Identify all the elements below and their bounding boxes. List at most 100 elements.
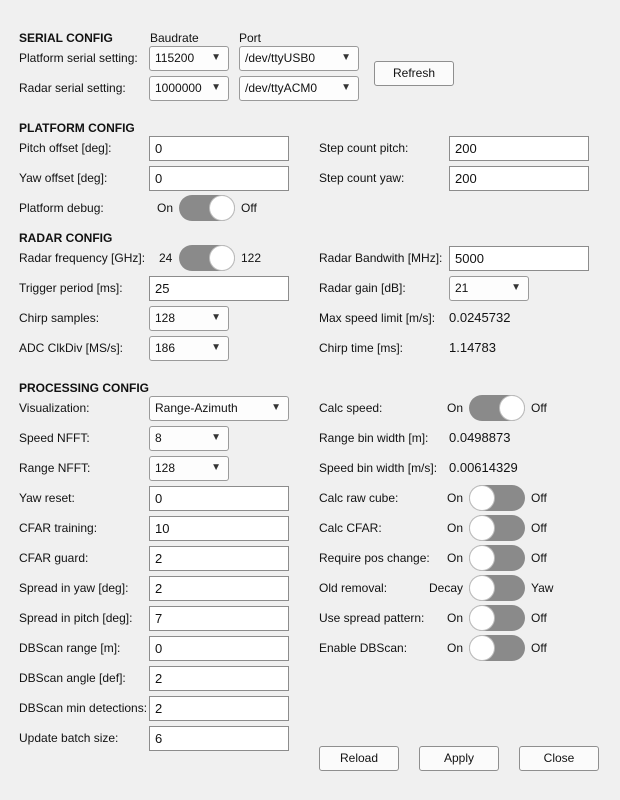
radar-gain-select[interactable]: 21 ▼ — [449, 276, 529, 301]
spread-yaw-input[interactable]: 2 — [149, 576, 289, 601]
chevron-down-icon: ▼ — [211, 312, 221, 323]
use-spread-pattern-on-label: On — [447, 611, 464, 625]
platform-serial-label: Platform serial setting: — [19, 51, 138, 65]
trigger-period-input[interactable]: 25 — [149, 276, 289, 301]
require-pos-change-toggle[interactable] — [469, 545, 525, 571]
reload-button[interactable]: Reload — [319, 746, 399, 771]
update-batch-size-input[interactable]: 6 — [149, 726, 289, 751]
calc-cfar-label: Calc CFAR: — [319, 521, 382, 535]
chevron-down-icon: ▼ — [211, 432, 221, 443]
calc-raw-cube-on-label: On — [447, 491, 464, 505]
calc-cfar-on-label: On — [447, 521, 464, 535]
toggle-knob — [470, 516, 494, 540]
step-count-pitch-input[interactable]: 200 — [449, 136, 589, 161]
calc-cfar-off-label: Off — [531, 521, 547, 535]
radar-gain-label: Radar gain [dB]: — [319, 281, 406, 295]
close-button[interactable]: Close — [519, 746, 599, 771]
toggle-knob — [470, 576, 494, 600]
chevron-down-icon: ▼ — [211, 82, 221, 93]
cfar-guard-input[interactable]: 2 — [149, 546, 289, 571]
yaw-offset-input[interactable]: 0 — [149, 166, 289, 191]
radar-port-value: /dev/ttyACM0 — [245, 81, 318, 95]
platform-port-value: /dev/ttyUSB0 — [245, 51, 316, 65]
radar-frequency-toggle[interactable] — [179, 245, 235, 271]
toggle-knob — [470, 486, 494, 510]
chevron-down-icon: ▼ — [211, 52, 221, 63]
yaw-reset-label: Yaw reset: — [19, 491, 75, 505]
spread-pitch-label: Spread in pitch [deg]: — [19, 611, 133, 625]
spread-pitch-input[interactable]: 7 — [149, 606, 289, 631]
use-spread-pattern-toggle[interactable] — [469, 605, 525, 631]
platform-baudrate-value: 115200 — [155, 51, 195, 65]
speed-nfft-label: Speed NFFT: — [19, 431, 90, 445]
apply-button[interactable]: Apply — [419, 746, 499, 771]
enable-dbscan-off-label: Off — [531, 641, 547, 655]
chevron-down-icon: ▼ — [271, 402, 281, 413]
calc-speed-toggle[interactable] — [469, 395, 525, 421]
spread-yaw-label: Spread in yaw [deg]: — [19, 581, 129, 595]
chevron-down-icon: ▼ — [341, 82, 351, 93]
processing-config-title: PROCESSING CONFIG — [19, 381, 150, 395]
speed-bin-width-label: Speed bin width [m/s]: — [319, 461, 438, 475]
adc-clkdiv-select[interactable]: 186 ▼ — [149, 336, 229, 361]
refresh-button[interactable]: Refresh — [374, 61, 454, 86]
radar-gain-value: 21 — [455, 281, 469, 295]
old-removal-decay-label: Decay — [429, 581, 464, 595]
platform-debug-on-label: On — [157, 201, 174, 215]
use-spread-pattern-off-label: Off — [531, 611, 547, 625]
enable-dbscan-toggle[interactable] — [469, 635, 525, 661]
baudrate-column-label: Baudrate — [150, 31, 199, 45]
adc-clkdiv-value: 186 — [155, 341, 176, 355]
chirp-samples-select[interactable]: 128 ▼ — [149, 306, 229, 331]
chevron-down-icon: ▼ — [511, 282, 521, 293]
speed-nfft-value: 8 — [155, 431, 162, 445]
dbscan-range-input[interactable]: 0 — [149, 636, 289, 661]
calc-raw-cube-toggle[interactable] — [469, 485, 525, 511]
calc-raw-cube-off-label: Off — [531, 491, 547, 505]
require-pos-change-on-label: On — [447, 551, 464, 565]
platform-baudrate-select[interactable]: 115200 ▼ — [149, 46, 229, 71]
cfar-training-label: CFAR training: — [19, 521, 98, 535]
visualization-value: Range-Azimuth — [155, 401, 238, 415]
dbscan-angle-label: DBScan angle [def]: — [19, 671, 126, 685]
step-count-yaw-input[interactable]: 200 — [449, 166, 589, 191]
chirp-time-label: Chirp time [ms]: — [319, 341, 404, 355]
platform-debug-off-label: Off — [241, 201, 257, 215]
radar-bandwidth-input[interactable]: 5000 — [449, 246, 589, 271]
speed-nfft-select[interactable]: 8 ▼ — [149, 426, 229, 451]
radar-frequency-122-label: 122 — [241, 251, 262, 265]
old-removal-yaw-label: Yaw — [531, 581, 554, 595]
range-nfft-value: 128 — [155, 461, 176, 475]
dbscan-angle-input[interactable]: 2 — [149, 666, 289, 691]
speed-bin-width-value: 0.00614329 — [449, 460, 518, 475]
old-removal-toggle[interactable] — [469, 575, 525, 601]
pitch-offset-input[interactable]: 0 — [149, 136, 289, 161]
dbscan-min-detections-label: DBScan min detections: — [19, 701, 148, 715]
pitch-offset-label: Pitch offset [deg]: — [19, 141, 112, 155]
yaw-reset-input[interactable]: 0 — [149, 486, 289, 511]
calc-speed-off-label: Off — [531, 401, 547, 415]
require-pos-change-label: Require pos change: — [319, 551, 430, 565]
toggle-knob — [470, 636, 494, 660]
range-bin-width-label: Range bin width [m]: — [319, 431, 429, 445]
visualization-select[interactable]: Range-Azimuth ▼ — [149, 396, 289, 421]
cfar-training-input[interactable]: 10 — [149, 516, 289, 541]
calc-cfar-toggle[interactable] — [469, 515, 525, 541]
chevron-down-icon: ▼ — [211, 342, 221, 353]
calc-raw-cube-label: Calc raw cube: — [319, 491, 399, 505]
cfar-guard-label: CFAR guard: — [19, 551, 89, 565]
platform-port-select[interactable]: /dev/ttyUSB0 ▼ — [239, 46, 359, 71]
radar-port-select[interactable]: /dev/ttyACM0 ▼ — [239, 76, 359, 101]
calc-speed-label: Calc speed: — [319, 401, 383, 415]
toggle-knob — [210, 196, 234, 220]
max-speed-limit-value: 0.0245732 — [449, 310, 511, 325]
step-count-pitch-label: Step count pitch: — [319, 141, 409, 155]
radar-bandwidth-label: Radar Bandwith [MHz]: — [319, 251, 443, 265]
port-column-label: Port — [239, 31, 262, 45]
platform-debug-toggle[interactable] — [179, 195, 235, 221]
range-nfft-select[interactable]: 128 ▼ — [149, 456, 229, 481]
radar-baudrate-select[interactable]: 1000000 ▼ — [149, 76, 229, 101]
radar-frequency-24-label: 24 — [159, 251, 173, 265]
toggle-knob — [500, 396, 524, 420]
dbscan-min-detections-input[interactable]: 2 — [149, 696, 289, 721]
